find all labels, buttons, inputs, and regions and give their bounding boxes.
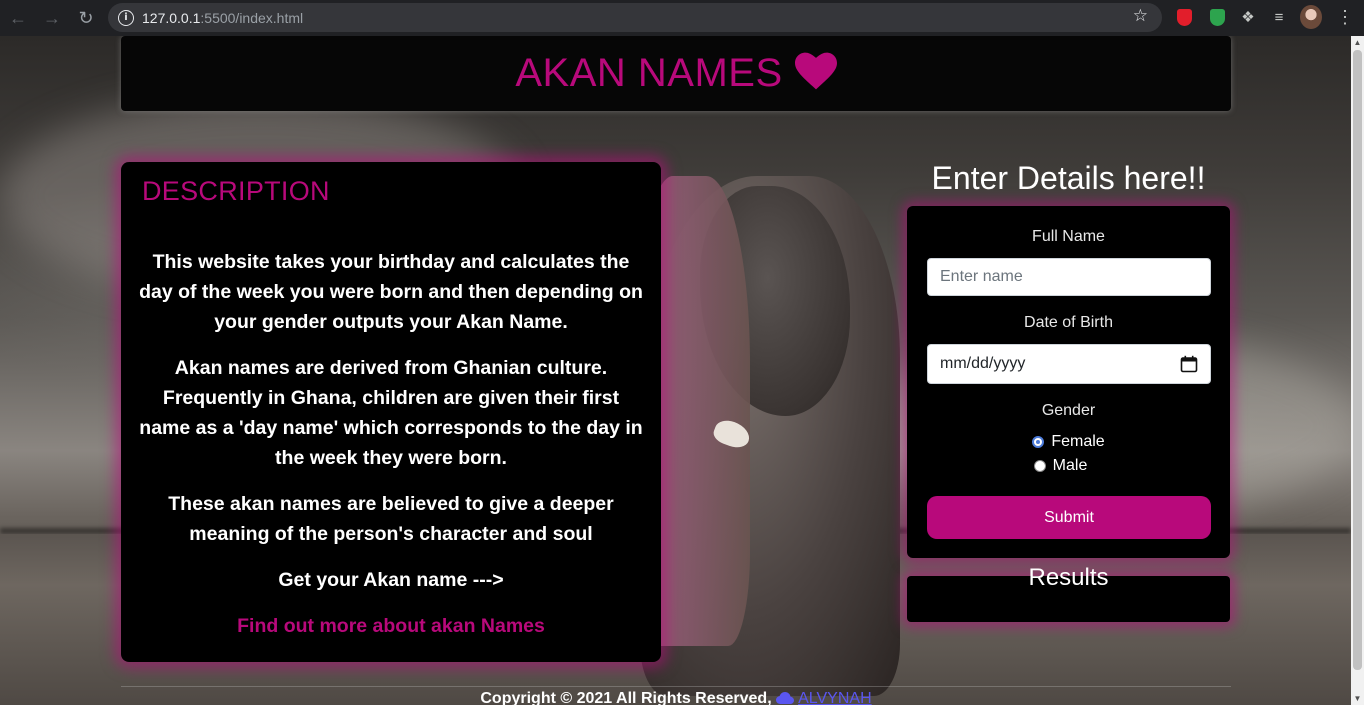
date-of-birth-label: Date of Birth — [1024, 314, 1113, 331]
arrow-left-icon: ← — [9, 7, 27, 28]
address-bar[interactable]: i 127.0.0.1:5500/index.html ☆ — [108, 3, 1162, 32]
full-name-label: Full Name — [1032, 228, 1105, 245]
info-icon[interactable]: i — [118, 9, 134, 26]
kebab-menu-icon[interactable]: ⋮ — [1334, 6, 1356, 28]
extension-shield-red-icon[interactable] — [1173, 6, 1195, 28]
date-of-birth-input[interactable]: mm/dd/yyyy — [927, 344, 1211, 384]
cloud-icon — [776, 692, 795, 704]
page-title: AKAN NAMES — [515, 51, 837, 96]
author-link[interactable]: ALVYNAH — [798, 690, 872, 705]
forward-button[interactable]: → — [36, 2, 68, 34]
extension-shield-green-icon[interactable] — [1206, 6, 1228, 28]
details-form: Full Name Enter name Date of Birth mm/dd… — [907, 206, 1230, 558]
full-name-placeholder: Enter name — [940, 268, 1023, 285]
site-footer: Copyright © 2021 All Rights Reserved, AL… — [121, 686, 1231, 705]
star-icon[interactable]: ☆ — [1133, 6, 1148, 26]
description-paragraph: These akan names are believed to give a … — [168, 493, 614, 545]
description-title: DESCRIPTION — [142, 176, 330, 206]
url-text: 127.0.0.1:5500/index.html — [142, 9, 304, 26]
scroll-up-icon[interactable]: ▲ — [1351, 36, 1364, 49]
results-title: Results — [1028, 564, 1109, 591]
reload-button[interactable]: ↻ — [70, 2, 102, 34]
page-viewport: AKAN NAMES DESCRIPTION This website take… — [0, 36, 1351, 705]
extensions-puzzle-icon[interactable]: ❖ — [1237, 6, 1259, 28]
call-to-action-text: Get your Akan name ---> — [278, 569, 504, 591]
arrow-right-icon: → — [43, 7, 61, 28]
copyright-text: Copyright © 2021 All Rights Reserved, — [480, 690, 772, 705]
media-control-icon[interactable]: ≡ — [1268, 6, 1290, 28]
form-title: Enter Details here!! — [931, 160, 1206, 196]
description-card: DESCRIPTION This website takes your birt… — [121, 162, 661, 662]
submit-button[interactable]: Submit — [927, 496, 1211, 539]
browser-toolbar: ← → ↻ i 127.0.0.1:5500/index.html ☆ ❖ ≡ … — [0, 0, 1364, 36]
scroll-down-icon[interactable]: ▼ — [1351, 692, 1364, 705]
date-placeholder: mm/dd/yyyy — [940, 355, 1026, 372]
gender-option-male[interactable]: Male — [899, 457, 1222, 475]
gender-option-female[interactable]: Female — [907, 433, 1230, 451]
description-body: This website takes your birthday and cal… — [137, 247, 645, 657]
scrollbar-thumb[interactable] — [1353, 50, 1362, 670]
gender-label: Gender — [1041, 402, 1096, 419]
female-radio-label: Female — [1051, 433, 1105, 450]
female-radio[interactable] — [1032, 436, 1045, 448]
reload-icon: ↻ — [78, 7, 94, 28]
heart-icon — [794, 52, 837, 90]
back-button[interactable]: ← — [2, 2, 34, 34]
description-paragraph: Akan names are derived from Ghanian cult… — [139, 357, 643, 469]
male-radio[interactable] — [1033, 460, 1046, 472]
calendar-icon[interactable] — [1180, 355, 1198, 373]
male-radio-label: Male — [1052, 457, 1088, 474]
profile-avatar[interactable] — [1300, 5, 1322, 29]
learn-more-link[interactable]: Find out more about akan Names — [237, 615, 545, 637]
page-scrollbar[interactable]: ▲ ▼ — [1351, 36, 1364, 705]
site-header: AKAN NAMES — [121, 36, 1231, 111]
description-paragraph: This website takes your birthday and cal… — [139, 251, 643, 333]
full-name-input[interactable]: Enter name — [927, 258, 1211, 296]
